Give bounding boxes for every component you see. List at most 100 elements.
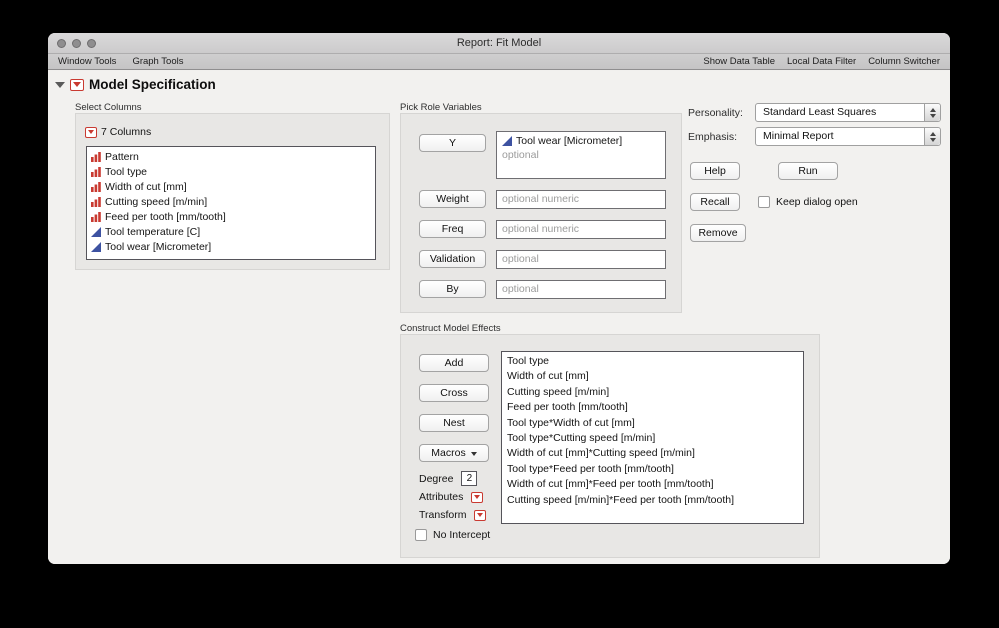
close-window-button[interactable] (57, 39, 66, 48)
toolbar-right: Show Data Table Local Data Filter Column… (703, 54, 940, 69)
red-triangle-icon (474, 495, 481, 499)
model-effects-label: Construct Model Effects (400, 323, 501, 334)
validation-placeholder: optional (502, 253, 539, 265)
validation-role-box[interactable]: optional (496, 250, 666, 269)
select-columns-panel: 7 Columns Pattern Tool type Width of cut… (75, 113, 390, 270)
effect-list-item[interactable]: Tool type (502, 354, 803, 369)
effect-list-item[interactable]: Cutting speed [m/min]*Feed per tooth [mm… (502, 493, 803, 508)
continuous-icon (502, 136, 512, 146)
freq-placeholder: optional numeric (502, 223, 580, 235)
y-variable-row[interactable]: Tool wear [Micrometer] (497, 132, 665, 147)
effect-list-item[interactable]: Cutting speed [m/min] (502, 385, 803, 400)
by-placeholder: optional (502, 283, 539, 295)
model-specification-header: Model Specification (55, 77, 216, 92)
run-button[interactable]: Run (778, 162, 838, 180)
cross-button[interactable]: Cross (419, 384, 489, 402)
no-intercept-checkbox[interactable] (415, 529, 427, 541)
column-list-item[interactable]: Feed per tooth [mm/tooth] (87, 209, 375, 224)
window-tools-menu[interactable]: Window Tools (58, 54, 116, 69)
by-role-box[interactable]: optional (496, 280, 666, 299)
stepper-icon[interactable] (924, 128, 940, 145)
model-effects-panel: Add Cross Nest Macros Degree 2 Attribute… (400, 334, 820, 558)
columns-count-label: 7 Columns (101, 126, 152, 138)
minimize-window-button[interactable] (72, 39, 81, 48)
attributes-row: Attributes (419, 491, 484, 503)
column-name: Feed per tooth [mm/tooth] (105, 210, 226, 223)
transform-menu-button[interactable] (474, 509, 487, 521)
y-role-box[interactable]: Tool wear [Micrometer] optional (496, 131, 666, 179)
column-name: Pattern (105, 150, 139, 163)
degree-value-box[interactable]: 2 (461, 471, 478, 486)
nominal-icon (91, 166, 101, 177)
emphasis-dropdown[interactable]: Minimal Report (755, 127, 941, 146)
personality-value: Standard Least Squares (763, 106, 877, 118)
validation-role-button[interactable]: Validation (419, 250, 486, 268)
zoom-window-button[interactable] (87, 39, 96, 48)
column-name: Cutting speed [m/min] (105, 195, 208, 208)
weight-placeholder: optional numeric (502, 193, 580, 205)
effect-list-item[interactable]: Feed per tooth [mm/tooth] (502, 400, 803, 415)
column-list-item[interactable]: Tool temperature [C] (87, 224, 375, 239)
toolbar: Window Tools Graph Tools Show Data Table… (48, 54, 950, 70)
freq-role-box[interactable]: optional numeric (496, 220, 666, 239)
column-list-item[interactable]: Pattern (87, 149, 375, 164)
column-name: Width of cut [mm] (105, 180, 187, 193)
nominal-icon (91, 151, 101, 162)
effect-list-item[interactable]: Width of cut [mm] (502, 369, 803, 384)
effect-list-item[interactable]: Width of cut [mm]*Feed per tooth [mm/too… (502, 477, 803, 492)
emphasis-label: Emphasis: (688, 131, 738, 143)
effects-listbox: Tool type Width of cut [mm] Cutting spee… (501, 351, 804, 524)
titlebar: Report: Fit Model (48, 33, 950, 54)
pick-roles-label: Pick Role Variables (400, 102, 482, 113)
disclosure-triangle-icon[interactable] (55, 81, 65, 88)
window-title: Report: Fit Model (456, 37, 542, 49)
red-triangle-icon (73, 82, 81, 87)
column-switcher-button[interactable]: Column Switcher (868, 54, 940, 69)
column-list-item[interactable]: Tool type (87, 164, 375, 179)
stepper-icon[interactable] (924, 104, 940, 121)
weight-role-button[interactable]: Weight (419, 190, 486, 208)
personality-label: Personality: (688, 107, 743, 119)
recall-button[interactable]: Recall (690, 193, 740, 211)
keep-dialog-open-checkbox[interactable] (758, 196, 770, 208)
effect-list-item[interactable]: Width of cut [mm]*Cutting speed [m/min] (502, 446, 803, 461)
red-triangle-icon (477, 513, 484, 517)
no-intercept-label: No Intercept (433, 529, 491, 541)
columns-count-row: 7 Columns (85, 126, 151, 138)
degree-row: Degree 2 (419, 471, 478, 486)
column-name: Tool temperature [C] (105, 225, 201, 238)
add-button[interactable]: Add (419, 354, 489, 372)
keep-dialog-open-label: Keep dialog open (776, 196, 858, 208)
effect-list-item[interactable]: Tool type*Width of cut [mm] (502, 416, 803, 431)
macros-button[interactable]: Macros (419, 444, 489, 462)
nest-button[interactable]: Nest (419, 414, 489, 432)
column-name: Tool type (105, 165, 148, 178)
select-columns-label: Select Columns (75, 102, 142, 113)
report-content: Model Specification Select Columns 7 Col… (48, 71, 950, 564)
columns-menu-button[interactable] (85, 126, 97, 138)
column-list-item[interactable]: Tool wear [Micrometer] (87, 239, 375, 254)
attributes-menu-button[interactable] (471, 491, 484, 503)
nominal-icon (91, 211, 101, 222)
degree-label: Degree (419, 472, 454, 485)
freq-role-button[interactable]: Freq (419, 220, 486, 238)
model-spec-menu-button[interactable] (70, 78, 84, 91)
pick-roles-panel: Y Tool wear [Micrometer] optional Weight… (400, 113, 682, 313)
continuous-icon (91, 241, 101, 252)
effect-list-item[interactable]: Tool type*Cutting speed [m/min] (502, 431, 803, 446)
column-list-item[interactable]: Cutting speed [m/min] (87, 194, 375, 209)
macros-button-label: Macros (431, 447, 466, 459)
nominal-icon (91, 181, 101, 192)
by-role-button[interactable]: By (419, 280, 486, 298)
column-list-item[interactable]: Width of cut [mm] (87, 179, 375, 194)
personality-dropdown[interactable]: Standard Least Squares (755, 103, 941, 122)
remove-button[interactable]: Remove (690, 224, 746, 242)
help-button[interactable]: Help (690, 162, 740, 180)
effect-list-item[interactable]: Tool type*Feed per tooth [mm/tooth] (502, 462, 803, 477)
nominal-icon (91, 196, 101, 207)
weight-role-box[interactable]: optional numeric (496, 190, 666, 209)
graph-tools-menu[interactable]: Graph Tools (132, 54, 183, 69)
show-data-table-button[interactable]: Show Data Table (703, 54, 775, 69)
y-role-button[interactable]: Y (419, 134, 486, 152)
local-data-filter-button[interactable]: Local Data Filter (787, 54, 856, 69)
